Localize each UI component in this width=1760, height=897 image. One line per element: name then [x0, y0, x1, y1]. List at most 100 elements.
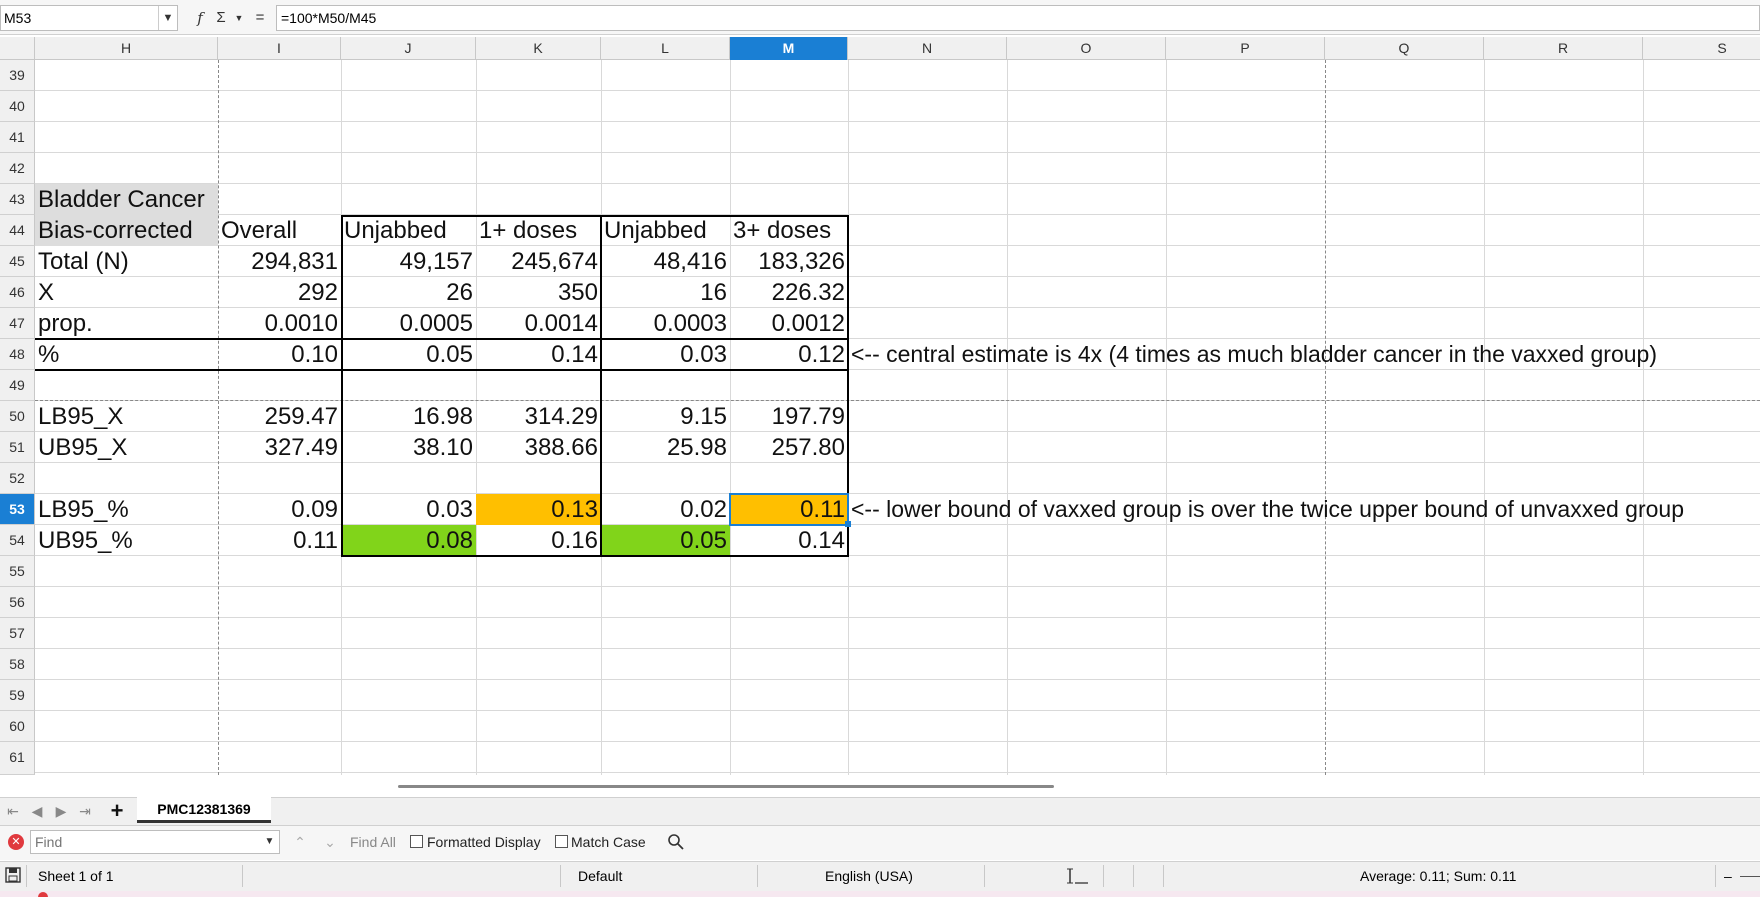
name-box[interactable]: M53	[0, 5, 178, 31]
row-header[interactable]: 61	[0, 742, 35, 775]
match-case-checkbox[interactable]	[555, 835, 568, 848]
selection-summary[interactable]: Average: 0.11; Sum: 0.11	[1360, 861, 1516, 891]
formula-input[interactable]: =100*M50/M45	[276, 5, 1760, 31]
find-all-button[interactable]: Find All	[350, 830, 396, 854]
row-header[interactable]: 55	[0, 556, 35, 587]
table-cell: 0.0005	[399, 310, 473, 337]
column-header-n[interactable]: N	[848, 37, 1007, 60]
notification-icon	[38, 892, 48, 897]
language-indicator[interactable]: English (USA)	[825, 861, 913, 891]
next-sheet-icon[interactable]: ▶	[50, 800, 72, 822]
table-cell: 0.14	[798, 527, 845, 554]
sum-dropdown-icon[interactable]: ▼	[233, 7, 245, 29]
save-document-icon[interactable]	[4, 866, 22, 884]
column-header-j[interactable]: J	[341, 37, 476, 60]
row-header[interactable]: 43	[0, 184, 35, 215]
row-header[interactable]: 39	[0, 60, 35, 91]
status-separator	[984, 865, 985, 887]
page-style[interactable]: Default	[578, 861, 622, 891]
row-header[interactable]: 57	[0, 618, 35, 649]
table-subtitle: Bias-corrected	[38, 217, 193, 244]
row-label: UB95_X	[38, 434, 128, 461]
grid-line	[1484, 60, 1485, 775]
table-cell: 226.32	[771, 279, 845, 306]
function-wizard-icon[interactable]: f	[192, 7, 208, 29]
row-header[interactable]: 54	[0, 525, 35, 556]
row-header[interactable]: 48	[0, 339, 35, 370]
table-cell: 0.05	[680, 527, 727, 554]
formula-equals-icon[interactable]: =	[252, 7, 268, 29]
table-cell: 0.10	[291, 341, 338, 368]
find-next-icon[interactable]: ⌄	[320, 830, 340, 854]
row-header[interactable]: 42	[0, 153, 35, 184]
previous-sheet-icon[interactable]: ◀	[26, 800, 48, 822]
row-header[interactable]: 49	[0, 370, 35, 401]
row-label: UB95_%	[38, 527, 133, 554]
status-separator	[26, 865, 27, 887]
grid-line	[35, 741, 1760, 742]
row-header[interactable]: 47	[0, 308, 35, 339]
column-header-p[interactable]: P	[1166, 37, 1325, 60]
table-cell: 0.09	[291, 496, 338, 523]
select-all-corner[interactable]	[0, 37, 35, 60]
row-header[interactable]: 45	[0, 246, 35, 277]
column-header-q[interactable]: Q	[1325, 37, 1484, 60]
column-header-r[interactable]: R	[1484, 37, 1643, 60]
status-separator	[1715, 865, 1716, 887]
row-header[interactable]: 58	[0, 649, 35, 680]
table-cell: 259.47	[264, 403, 338, 430]
table-cell: 25.98	[666, 434, 727, 461]
row-header[interactable]: 50	[0, 401, 35, 432]
table-cell: 0.12	[798, 341, 845, 368]
sum-icon[interactable]: Σ	[213, 7, 229, 29]
first-sheet-icon[interactable]: ⇤	[2, 800, 24, 822]
row-header[interactable]: 52	[0, 463, 35, 494]
horizontal-scrollbar[interactable]	[398, 785, 1054, 788]
table-title: Bladder Cancer	[38, 186, 205, 213]
column-header-s[interactable]: S	[1643, 37, 1760, 60]
find-and-replace-icon[interactable]	[665, 830, 687, 854]
table-cell: 294,831	[251, 248, 338, 275]
find-input[interactable]	[30, 830, 280, 854]
status-separator	[757, 865, 758, 887]
insert-mode-icon[interactable]	[1066, 866, 1090, 886]
table-cell: 0.13	[551, 496, 598, 523]
column-header-l[interactable]: L	[601, 37, 730, 60]
row-header[interactable]: 44	[0, 215, 35, 246]
row-header[interactable]: 59	[0, 680, 35, 711]
header-overall: Overall	[221, 217, 298, 244]
row-label: LB95_%	[38, 496, 129, 523]
add-sheet-button[interactable]: +	[106, 800, 128, 822]
close-find-icon[interactable]: ✕	[8, 834, 24, 850]
table-cell: 0.11	[800, 496, 845, 523]
sheet-tab-active[interactable]: PMC12381369	[137, 797, 271, 823]
last-sheet-icon[interactable]: ⇥	[74, 800, 96, 822]
row-label: X	[38, 279, 55, 306]
row-header[interactable]: 56	[0, 587, 35, 618]
column-header-m[interactable]: M	[730, 37, 848, 60]
find-previous-icon[interactable]: ⌃	[290, 830, 310, 854]
row-header[interactable]: 60	[0, 711, 35, 742]
table-cell: 388.66	[524, 434, 598, 461]
row-header[interactable]: 51	[0, 432, 35, 463]
header-1plus-doses: 1+ doses	[479, 217, 578, 244]
zoom-out-button[interactable]: –	[1724, 861, 1732, 891]
table-cell: 0.16	[551, 527, 598, 554]
row-header[interactable]: 40	[0, 91, 35, 122]
table-cell: 0.0012	[771, 310, 845, 337]
table-cell: 245,674	[511, 248, 598, 275]
row-header[interactable]: 41	[0, 122, 35, 153]
row-header[interactable]: 46	[0, 277, 35, 308]
column-header-i[interactable]: I	[218, 37, 341, 60]
zoom-slider[interactable]	[1740, 876, 1760, 877]
column-header-o[interactable]: O	[1007, 37, 1166, 60]
find-dropdown-icon[interactable]: ▼	[260, 831, 279, 853]
grid-line	[35, 772, 1760, 773]
table-cell: 0.0003	[653, 310, 727, 337]
column-header-h[interactable]: H	[35, 37, 218, 60]
grid-line	[35, 90, 1760, 91]
name-box-dropdown-icon[interactable]: ▼	[158, 6, 177, 30]
formatted-display-checkbox[interactable]	[410, 835, 423, 848]
row-header[interactable]: 53	[0, 494, 35, 525]
column-header-k[interactable]: K	[476, 37, 601, 60]
